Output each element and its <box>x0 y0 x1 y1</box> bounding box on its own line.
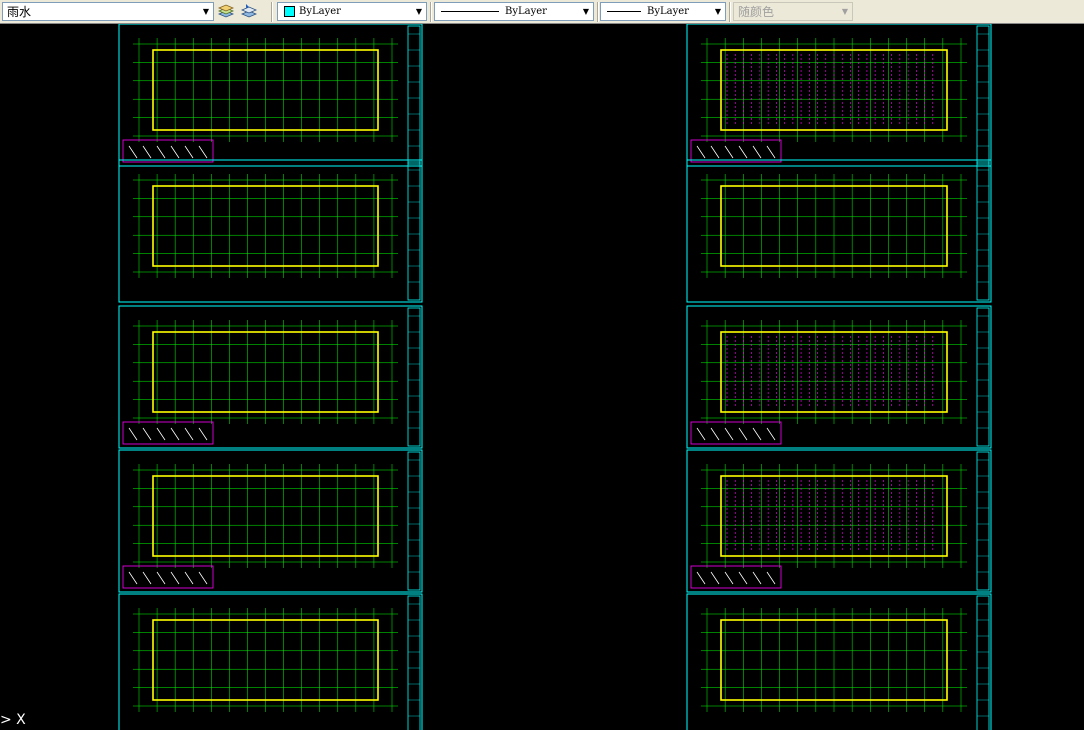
linetype-preview <box>441 11 499 12</box>
title-block <box>407 595 421 730</box>
toolbar-separator <box>597 2 599 22</box>
title-block <box>407 161 421 301</box>
title-block <box>407 307 421 447</box>
legend-box <box>690 421 782 445</box>
legend-mark <box>170 145 180 159</box>
title-block <box>407 25 421 165</box>
title-block <box>407 451 421 591</box>
legend-mark <box>766 571 776 585</box>
legend-mark <box>142 427 152 441</box>
title-block <box>976 25 990 165</box>
toolbar-separator <box>430 2 432 22</box>
linetype-dropdown[interactable]: ByLayer ▼ <box>434 2 594 21</box>
chevron-down-icon: ▼ <box>202 7 210 16</box>
legend-mark <box>198 427 208 441</box>
color-dropdown[interactable]: ByLayer ▼ <box>277 2 427 21</box>
linetype-label: ByLayer <box>505 6 547 17</box>
toolbar-separator <box>729 2 731 22</box>
legend-mark <box>710 145 720 159</box>
lineweight-dropdown[interactable]: ByLayer ▼ <box>600 2 726 21</box>
color-label: ByLayer <box>299 6 341 17</box>
drawing-sheet <box>118 159 423 303</box>
legend-mark <box>198 571 208 585</box>
legend-mark <box>184 427 194 441</box>
legend-mark <box>696 145 706 159</box>
legend-mark <box>170 571 180 585</box>
legend-mark <box>710 427 720 441</box>
legend-box <box>122 421 214 445</box>
title-block <box>976 595 990 730</box>
plotstyle-label: 随颜色 <box>738 5 775 19</box>
legend-mark <box>696 427 706 441</box>
legend-mark <box>156 145 166 159</box>
legend-mark <box>752 145 762 159</box>
properties-toolbar: 雨水 ▼ ByLayer ▼ ByLayer ▼ ByLayer ▼ 随颜色 ▼ <box>0 0 1084 24</box>
legend-mark <box>710 571 720 585</box>
legend-mark <box>724 571 734 585</box>
drawing-sheet <box>686 159 992 303</box>
legend-mark <box>198 145 208 159</box>
legend-mark <box>766 427 776 441</box>
lineweight-preview <box>607 11 641 12</box>
toolbar-separator <box>271 2 273 22</box>
drawing-canvas[interactable] <box>0 24 1084 730</box>
layer-previous-icon[interactable] <box>238 2 258 22</box>
legend-mark <box>170 427 180 441</box>
legend-mark <box>738 427 748 441</box>
legend-box <box>122 565 214 589</box>
legend-mark <box>128 427 138 441</box>
drawing-sheet <box>118 305 423 449</box>
drawing-sheet <box>686 449 992 593</box>
legend-mark <box>724 427 734 441</box>
legend-box <box>690 139 782 163</box>
layer-states-icon[interactable] <box>216 2 236 22</box>
chevron-down-icon: ▼ <box>582 7 590 16</box>
legend-mark <box>156 427 166 441</box>
drawing-sheet <box>118 24 423 167</box>
legend-mark <box>184 571 194 585</box>
legend-mark <box>752 427 762 441</box>
layer-name: 雨水 <box>7 5 32 19</box>
legend-mark <box>184 145 194 159</box>
title-block <box>976 161 990 301</box>
drawing-sheet <box>118 593 423 730</box>
drawing-sheet <box>686 593 992 730</box>
legend-mark <box>156 571 166 585</box>
legend-mark <box>738 145 748 159</box>
chevron-down-icon: ▼ <box>714 7 722 16</box>
plotstyle-dropdown[interactable]: 随颜色 ▼ <box>733 2 853 21</box>
legend-mark <box>724 145 734 159</box>
drawing-sheet <box>686 305 992 449</box>
drawing-sheet <box>686 24 992 167</box>
drawing-sheet <box>118 449 423 593</box>
title-block <box>976 307 990 447</box>
legend-mark <box>696 571 706 585</box>
chevron-down-icon: ▼ <box>841 7 849 16</box>
legend-box <box>122 139 214 163</box>
legend-mark <box>128 145 138 159</box>
legend-mark <box>142 145 152 159</box>
legend-mark <box>128 571 138 585</box>
legend-mark <box>738 571 748 585</box>
layer-dropdown[interactable]: 雨水 ▼ <box>2 2 214 21</box>
title-block <box>976 451 990 591</box>
ucs-icon: > X <box>0 712 26 728</box>
color-swatch-icon <box>284 6 295 17</box>
legend-box <box>690 565 782 589</box>
legend-mark <box>752 571 762 585</box>
lineweight-label: ByLayer <box>647 6 689 17</box>
legend-mark <box>766 145 776 159</box>
legend-mark <box>142 571 152 585</box>
chevron-down-icon: ▼ <box>415 7 423 16</box>
